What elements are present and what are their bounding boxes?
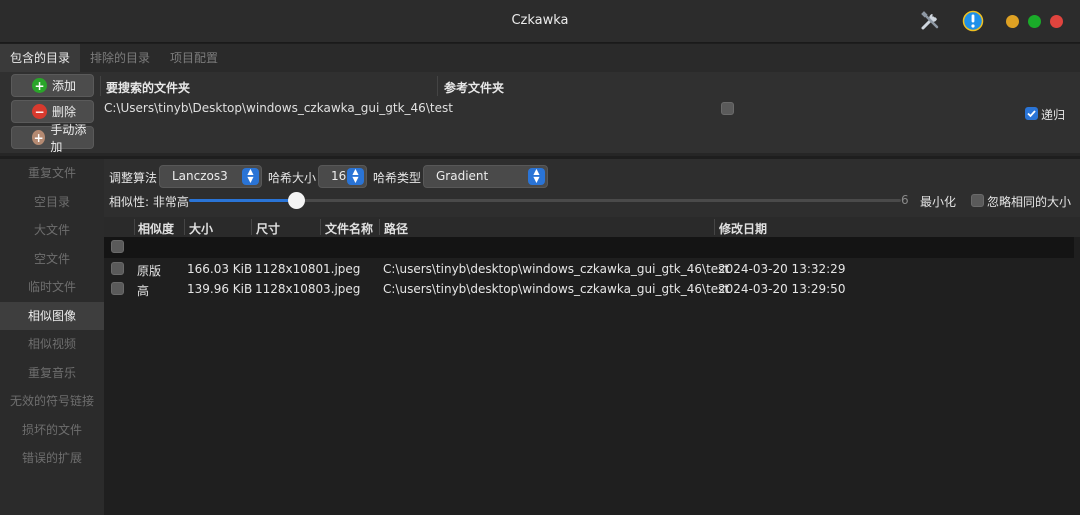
cell-dimensions: 1128x1080 — [255, 262, 324, 276]
updown-icon: ▲ ▼ — [242, 168, 259, 185]
sidebar-item-invalid-symlinks[interactable]: 无效的符号链接 — [0, 387, 104, 416]
ignore-same-size-label: 忽略相同的大小 — [987, 195, 1072, 209]
header-separator — [320, 219, 321, 235]
sidebar-item-empty-folders[interactable]: 空目录 — [0, 188, 104, 217]
info-icon[interactable] — [962, 10, 984, 32]
header-modified[interactable]: 修改日期 — [719, 220, 767, 237]
cell-size: 166.03 KiB — [187, 262, 253, 276]
cell-modified: 2024-03-20 13:32:29 — [718, 262, 846, 276]
header-path[interactable]: 路径 — [384, 220, 408, 237]
sidebar-item-similar-videos[interactable]: 相似视频 — [0, 330, 104, 359]
header-separator — [714, 219, 715, 235]
search-folders-header: 要搜索的文件夹 — [106, 81, 191, 95]
table-row[interactable]: 原版 166.03 KiB 1128x1080 1.jpeg C:\users\… — [104, 259, 1074, 279]
cell-similarity: 原版 — [137, 264, 162, 278]
ignore-same-size-checkbox[interactable] — [971, 194, 984, 207]
reference-folders-header: 参考文件夹 — [444, 81, 505, 95]
similarity-label: 相似性: 非常高 — [109, 195, 189, 209]
check-icon — [1027, 110, 1036, 118]
sidebar-item-duplicates[interactable]: 重复文件 — [0, 159, 104, 188]
hash-size-value: 16 — [331, 169, 347, 183]
tab-project-config[interactable]: 项目配置 — [160, 44, 228, 72]
manual-add-button-label: 手动添加 — [50, 122, 87, 154]
resize-algo-label: 调整算法 — [109, 171, 158, 185]
hash-size-combo[interactable]: 16 ▲ ▼ — [318, 165, 367, 188]
tab-included-dirs[interactable]: 包含的目录 — [0, 44, 81, 72]
cell-similarity: 高 — [137, 284, 150, 298]
included-path[interactable]: C:\Users\tinyb\Desktop\windows_czkawka_g… — [104, 101, 453, 115]
slider-fill — [189, 199, 296, 202]
updown-icon: ▲ ▼ — [347, 168, 364, 185]
minus-icon: − — [32, 104, 47, 119]
group-checkbox[interactable] — [111, 240, 124, 253]
add-button[interactable]: + 添加 — [11, 74, 94, 97]
header-separator — [184, 219, 185, 235]
cell-path: C:\users\tinyb\desktop\windows_czkawka_g… — [383, 282, 730, 296]
header-similarity[interactable]: 相似度 — [138, 220, 174, 237]
cell-dimensions: 1128x1080 — [255, 282, 324, 296]
hash-size-label: 哈希大小 — [268, 171, 317, 185]
hash-type-value: Gradient — [436, 169, 489, 183]
cell-size: 139.96 KiB — [187, 282, 253, 296]
close-button[interactable] — [1050, 15, 1063, 28]
maximize-button[interactable] — [1028, 15, 1041, 28]
header-separator — [251, 219, 252, 235]
recursive-checkbox[interactable] — [1025, 107, 1038, 120]
column-separator — [437, 76, 438, 96]
row-checkbox[interactable] — [111, 262, 124, 275]
manual-add-button[interactable]: + 手动添加 — [11, 123, 94, 154]
hash-type-combo[interactable]: Gradient ▲ ▼ — [423, 165, 548, 188]
column-separator — [100, 76, 101, 96]
similarity-slider[interactable] — [189, 192, 901, 209]
results-table-header: 相似度 大小 尺寸 文件名称 路径 修改日期 — [104, 217, 1080, 237]
row-checkbox[interactable] — [111, 282, 124, 295]
group-header-row[interactable] — [104, 237, 1074, 258]
plus-icon: + — [32, 78, 47, 93]
tools-icon[interactable] — [919, 10, 941, 32]
window-title: Czkawka — [511, 13, 569, 28]
table-row[interactable]: 高 139.96 KiB 1128x1080 3.jpeg C:\users\t… — [104, 279, 1074, 299]
minimize-button[interactable] — [1006, 15, 1019, 28]
header-size[interactable]: 大小 — [189, 220, 213, 237]
directory-panel: + 添加 − 删除 + 手动添加 要搜索的文件夹 参考文件夹 C:\Users\… — [0, 72, 1080, 156]
slider-handle[interactable] — [287, 192, 305, 209]
header-separator — [379, 219, 380, 235]
recursive-label: 递归 — [1041, 108, 1066, 122]
title-bar: Czkawka — [0, 0, 1080, 43]
resize-algo-combo[interactable]: Lanczos3 ▲ ▼ — [159, 165, 262, 188]
sidebar-item-similar-images[interactable]: 相似图像 — [0, 301, 104, 330]
tab-bar: 包含的目录 排除的目录 项目配置 — [0, 44, 1080, 72]
header-file-name[interactable]: 文件名称 — [325, 220, 373, 237]
header-separator — [134, 219, 135, 235]
sidebar-item-temp-files[interactable]: 临时文件 — [0, 273, 104, 302]
header-dimensions[interactable]: 尺寸 — [256, 220, 280, 237]
hash-type-label: 哈希类型 — [373, 171, 422, 185]
sidebar-item-broken-files[interactable]: 损坏的文件 — [0, 416, 104, 445]
manual-plus-icon: + — [32, 130, 46, 145]
cell-file-name: 1.jpeg — [323, 262, 361, 276]
tab-excluded-dirs[interactable]: 排除的目录 — [80, 44, 160, 72]
cell-path: C:\users\tinyb\desktop\windows_czkawka_g… — [383, 262, 730, 276]
slider-value: 6 — [901, 193, 909, 207]
reference-checkbox[interactable] — [721, 102, 734, 115]
remove-button-label: 删除 — [52, 105, 77, 119]
sidebar-item-bad-extensions[interactable]: 错误的扩展 — [0, 444, 104, 473]
minimize-label: 最小化 — [920, 195, 957, 209]
cell-modified: 2024-03-20 13:29:50 — [718, 282, 846, 296]
resize-algo-value: Lanczos3 — [172, 169, 228, 183]
tool-sidebar: 重复文件 空目录 大文件 空文件 临时文件 相似图像 相似视频 重复音乐 无效的… — [0, 159, 104, 515]
sidebar-item-empty-files[interactable]: 空文件 — [0, 245, 104, 274]
similar-images-controls: 调整算法 Lanczos3 ▲ ▼ 哈希大小 16 ▲ ▼ 哈希类型 Gradien… — [104, 159, 1080, 217]
sidebar-item-big-files[interactable]: 大文件 — [0, 216, 104, 245]
sidebar-item-duplicate-music[interactable]: 重复音乐 — [0, 359, 104, 388]
results-area: 调整算法 Lanczos3 ▲ ▼ 哈希大小 16 ▲ ▼ 哈希类型 Gradien… — [104, 159, 1080, 515]
cell-file-name: 3.jpeg — [323, 282, 361, 296]
add-button-label: 添加 — [52, 79, 77, 93]
updown-icon: ▲ ▼ — [528, 168, 545, 185]
